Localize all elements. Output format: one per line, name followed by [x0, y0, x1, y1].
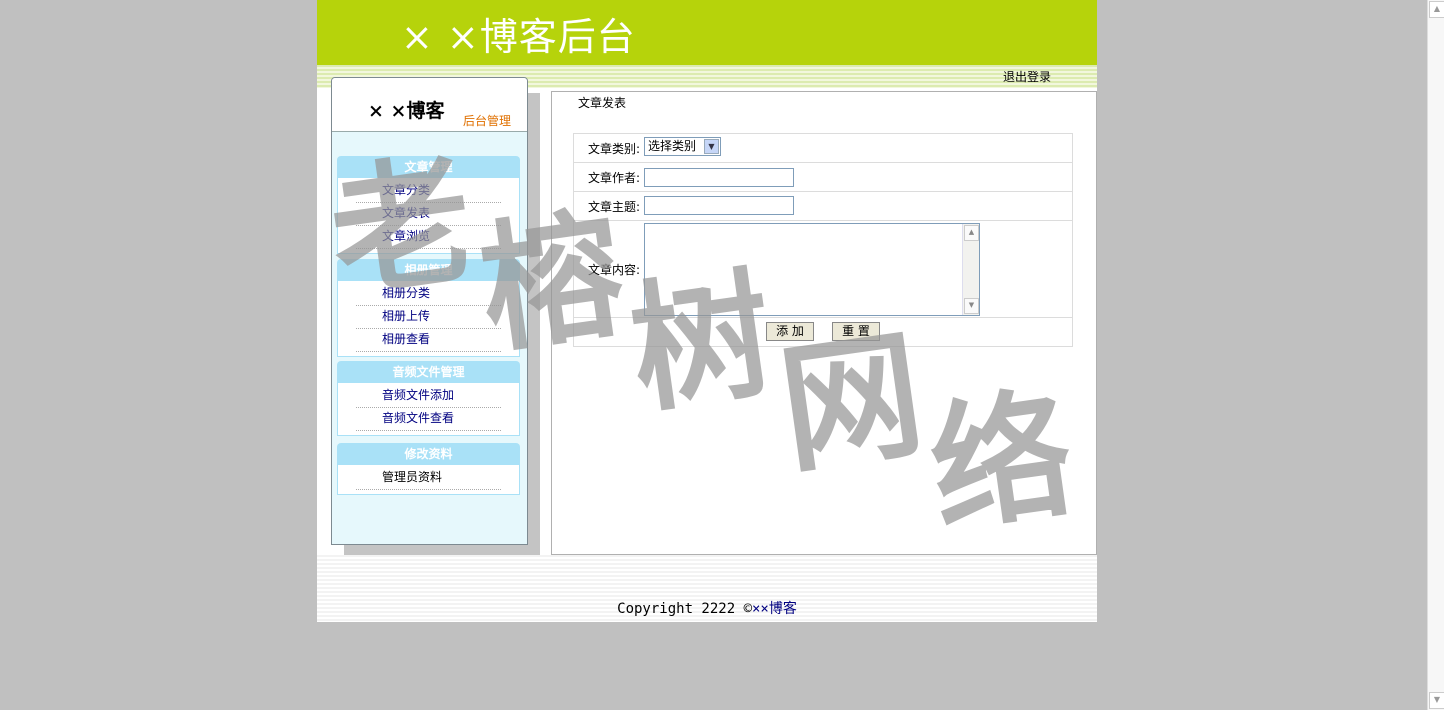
nav-item-album-category[interactable]: 相册分类 — [356, 283, 501, 306]
nav-group-body: 文章分类 文章发表 文章浏览 — [337, 178, 520, 254]
subject-label: 文章主题: — [588, 200, 641, 214]
content-panel: 文章发表 文章类别: 选择类别 ▼ 文章作者: 文章主题: 文章内容: ▲ ▼ … — [551, 91, 1097, 555]
chevron-down-icon: ▼ — [704, 139, 719, 154]
category-select-value: 选择类别 — [648, 139, 697, 153]
article-form: 文章类别: 选择类别 ▼ 文章作者: 文章主题: 文章内容: ▲ ▼ 添 加 重… — [573, 133, 1073, 347]
nav-group-title: 相册管理 — [337, 259, 520, 281]
nav-group-albums: 相册管理 相册分类 相册上传 相册查看 — [337, 259, 520, 357]
nav-item-article-browse[interactable]: 文章浏览 — [356, 226, 501, 249]
nav-item-audio-add[interactable]: 音频文件添加 — [356, 385, 501, 408]
form-row-category: 文章类别: 选择类别 ▼ — [574, 134, 1072, 163]
form-row-actions: 添 加 重 置 — [574, 318, 1072, 346]
form-row-author: 文章作者: — [574, 163, 1072, 192]
nav-item-article-publish[interactable]: 文章发表 — [356, 203, 501, 226]
nav-group-body: 管理员资料 — [337, 465, 520, 495]
textarea-scrollbar[interactable]: ▲ ▼ — [962, 224, 979, 315]
form-row-subject: 文章主题: — [574, 192, 1072, 221]
sidebar-subtitle: 后台管理 — [463, 114, 512, 128]
nav-group-title: 文章管理 — [337, 156, 520, 178]
nav-group-articles: 文章管理 文章分类 文章发表 文章浏览 — [337, 156, 520, 254]
form-row-body: 文章内容: ▲ ▼ — [574, 221, 1072, 318]
scroll-up-icon[interactable]: ▲ — [1429, 1, 1444, 18]
nav-item-album-upload[interactable]: 相册上传 — [356, 306, 501, 329]
footer-copyright: Copyright 2222 ©××博客 — [317, 598, 1097, 618]
site-title: × ×博客后台 — [401, 15, 636, 59]
sidebar: × ×博客 后台管理 文章管理 文章分类 文章发表 文章浏览 相册管理 相册分类… — [331, 77, 528, 545]
scroll-down-icon[interactable]: ▼ — [1429, 692, 1444, 709]
category-select[interactable]: 选择类别 ▼ — [644, 137, 721, 156]
nav-group-profile: 修改资料 管理员资料 — [337, 443, 520, 495]
submit-button[interactable]: 添 加 — [766, 322, 814, 341]
nav-group-audio: 音频文件管理 音频文件添加 音频文件查看 — [337, 361, 520, 436]
reset-button[interactable]: 重 置 — [832, 322, 880, 341]
header-banner: × ×博客后台 — [317, 0, 1097, 65]
content-title: 文章发表 — [578, 96, 627, 110]
sidebar-brand: × ×博客 — [368, 100, 445, 122]
nav-item-audio-view[interactable]: 音频文件查看 — [356, 408, 501, 431]
window-scrollbar[interactable]: ▲ ▼ — [1427, 0, 1444, 710]
author-label: 文章作者: — [588, 171, 641, 185]
category-label: 文章类别: — [588, 142, 641, 156]
copyright-brand: ××博客 — [752, 601, 797, 617]
copyright-text: Copyright 2222 © — [617, 601, 752, 617]
body-textarea[interactable]: ▲ ▼ — [644, 223, 980, 316]
author-input[interactable] — [644, 168, 794, 187]
logout-link[interactable]: 退出登录 — [1003, 68, 1051, 85]
nav-group-title: 音频文件管理 — [337, 361, 520, 383]
nav-group-title: 修改资料 — [337, 443, 520, 465]
nav-item-article-category[interactable]: 文章分类 — [356, 180, 501, 203]
nav-group-body: 相册分类 相册上传 相册查看 — [337, 281, 520, 357]
subject-input[interactable] — [644, 196, 794, 215]
nav-group-body: 音频文件添加 音频文件查看 — [337, 383, 520, 436]
nav-item-admin-profile[interactable]: 管理员资料 — [356, 467, 501, 490]
page-container: × ×博客后台 退出登录 × ×博客 后台管理 文章管理 文章分类 文章发表 文… — [317, 0, 1097, 622]
sidebar-header: × ×博客 后台管理 — [332, 78, 527, 132]
scroll-down-icon[interactable]: ▼ — [964, 298, 979, 314]
nav-item-album-view[interactable]: 相册查看 — [356, 329, 501, 352]
body-label: 文章内容: — [588, 263, 641, 277]
scroll-up-icon[interactable]: ▲ — [964, 225, 979, 241]
